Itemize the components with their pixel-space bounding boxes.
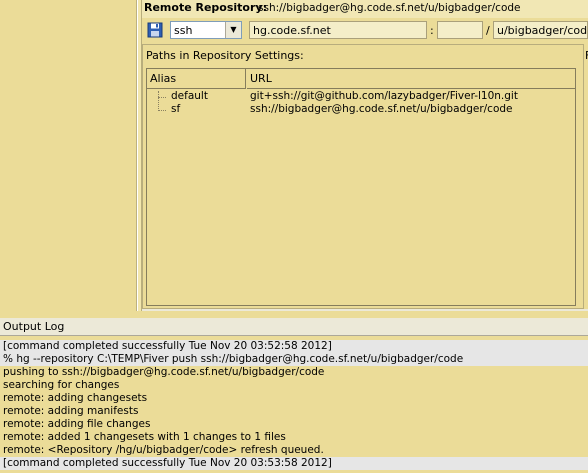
- log-line: [command completed successfully Tue Nov …: [0, 340, 588, 353]
- output-log-title: Output Log: [3, 320, 65, 333]
- log-line: [command completed successfully Tue Nov …: [0, 457, 588, 470]
- save-button[interactable]: [146, 21, 164, 39]
- log-line: remote: added 1 changesets with 1 change…: [3, 431, 286, 443]
- table-row[interactable]: sf ssh://bigbadger@hg.code.sf.net/u/bigb…: [147, 103, 575, 116]
- paths-panel-title: Paths in Repository Settings:: [146, 49, 304, 62]
- right-panel-edge: [584, 44, 588, 309]
- log-line: remote: adding manifests: [3, 405, 139, 417]
- path-input[interactable]: u/bigbadger/code: [493, 21, 588, 39]
- remote-repository-url: ssh://bigbadger@hg.code.sf.net/u/bigbadg…: [258, 2, 521, 14]
- output-log-body[interactable]: [command completed successfully Tue Nov …: [0, 338, 588, 473]
- remote-repository-label: Remote Repository:: [144, 1, 267, 14]
- path-separator: /: [486, 24, 490, 37]
- log-line: % hg --repository C:\TEMP\Fiver push ssh…: [0, 353, 588, 366]
- remote-repository-header: Remote Repository: ssh://bigbadger@hg.co…: [142, 0, 588, 18]
- path-input-value: u/bigbadger/code: [497, 24, 588, 37]
- log-line: pushing to ssh://bigbadger@hg.code.sf.ne…: [3, 366, 325, 378]
- save-floppy-icon: [147, 22, 163, 38]
- log-line: remote: adding file changes: [3, 418, 151, 430]
- column-header-url[interactable]: URL: [247, 69, 575, 89]
- output-log-title-bar: Output Log: [0, 318, 588, 336]
- scheme-select[interactable]: ssh ▼: [170, 21, 242, 39]
- port-input[interactable]: [437, 21, 483, 39]
- port-separator: :: [430, 24, 434, 37]
- row-alias: sf: [171, 103, 181, 115]
- log-line: searching for changes: [3, 379, 120, 391]
- column-header-url-label: URL: [250, 72, 272, 85]
- column-header-alias-label: Alias: [150, 72, 177, 85]
- row-url: git+ssh://git@github.com/lazybadger/Five…: [250, 90, 518, 102]
- log-line: remote: adding changesets: [3, 392, 148, 404]
- scheme-select-value: ssh: [174, 24, 193, 37]
- left-pane: [0, 0, 137, 311]
- column-header-alias[interactable]: Alias: [147, 69, 246, 89]
- row-url: ssh://bigbadger@hg.code.sf.net/u/bigbadg…: [250, 103, 513, 115]
- host-input[interactable]: hg.code.sf.net: [249, 21, 427, 39]
- table-row[interactable]: default git+ssh://git@github.com/lazybad…: [147, 90, 575, 103]
- dropdown-arrow-icon[interactable]: ▼: [225, 22, 241, 38]
- row-alias: default: [171, 90, 208, 102]
- host-input-value: hg.code.sf.net: [253, 24, 331, 37]
- log-line: remote: <Repository /hg/u/bigbadger/code…: [3, 444, 324, 456]
